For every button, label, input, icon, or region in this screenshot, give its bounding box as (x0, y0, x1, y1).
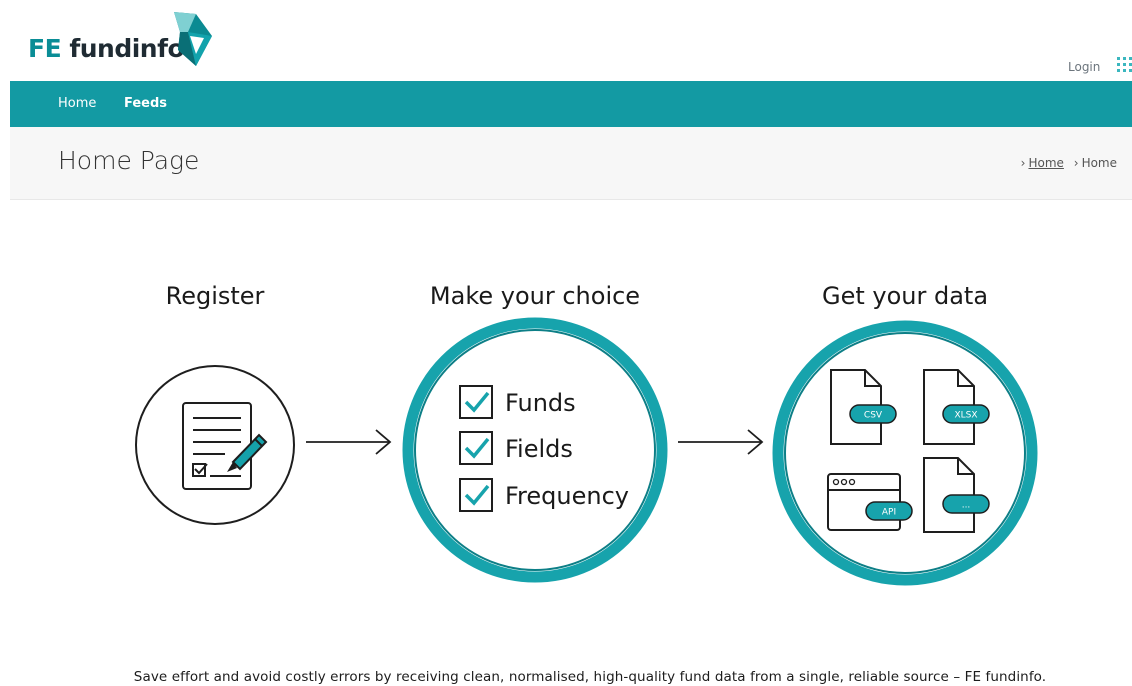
arrow-right-icon (678, 429, 764, 455)
header: FE fundinfo Login (0, 0, 1132, 80)
step-title-choice: Make your choice (430, 282, 640, 310)
choice-label-frequency: Frequency (505, 482, 629, 510)
format-label-api: API (882, 508, 896, 518)
checkbox-fields: Fields (459, 431, 573, 465)
register-illustration (135, 365, 295, 525)
logo-mark-icon (174, 12, 212, 66)
data-illustration: CSV XLSX API ... (772, 320, 1038, 586)
api-window-icon: API (827, 473, 913, 531)
step-title-register: Register (166, 282, 265, 310)
breadcrumb-separator-icon: › (1073, 156, 1079, 170)
page-title-bar: Home Page › Home › Home (10, 127, 1132, 200)
choice-illustration: Funds Fields Frequency (402, 317, 668, 583)
checkbox-funds: Funds (459, 385, 576, 419)
breadcrumb-current: Home (1081, 156, 1117, 170)
apps-grid-icon[interactable] (1117, 57, 1132, 72)
choice-label-funds: Funds (505, 389, 576, 417)
nav-item-feeds[interactable]: Feeds (124, 96, 167, 111)
choice-label-fields: Fields (505, 435, 573, 463)
breadcrumb: › Home › Home (1015, 156, 1117, 170)
format-label-more: ... (962, 501, 971, 511)
login-link[interactable]: Login (1068, 60, 1100, 74)
step-title-data: Get your data (822, 282, 988, 310)
tagline: Save effort and avoid costly errors by r… (133, 669, 1047, 685)
breadcrumb-link-home[interactable]: Home (1028, 156, 1063, 170)
format-label-csv: CSV (864, 411, 883, 421)
format-label-xlsx: XLSX (954, 411, 977, 421)
arrow-right-icon (306, 429, 392, 455)
nav-item-home[interactable]: Home (58, 96, 96, 111)
process-infographic: Register Make your choice Get your data … (135, 282, 1038, 586)
page-title: Home Page (58, 146, 200, 175)
brand-logo[interactable]: FE fundinfo (28, 10, 228, 72)
logo-text: FE fundinfo (28, 34, 185, 63)
main-navbar: Home Feeds (10, 81, 1132, 129)
logo-fe-text: FE (28, 34, 62, 63)
breadcrumb-separator-icon: › (1020, 156, 1026, 170)
checkbox-frequency: Frequency (459, 478, 629, 512)
